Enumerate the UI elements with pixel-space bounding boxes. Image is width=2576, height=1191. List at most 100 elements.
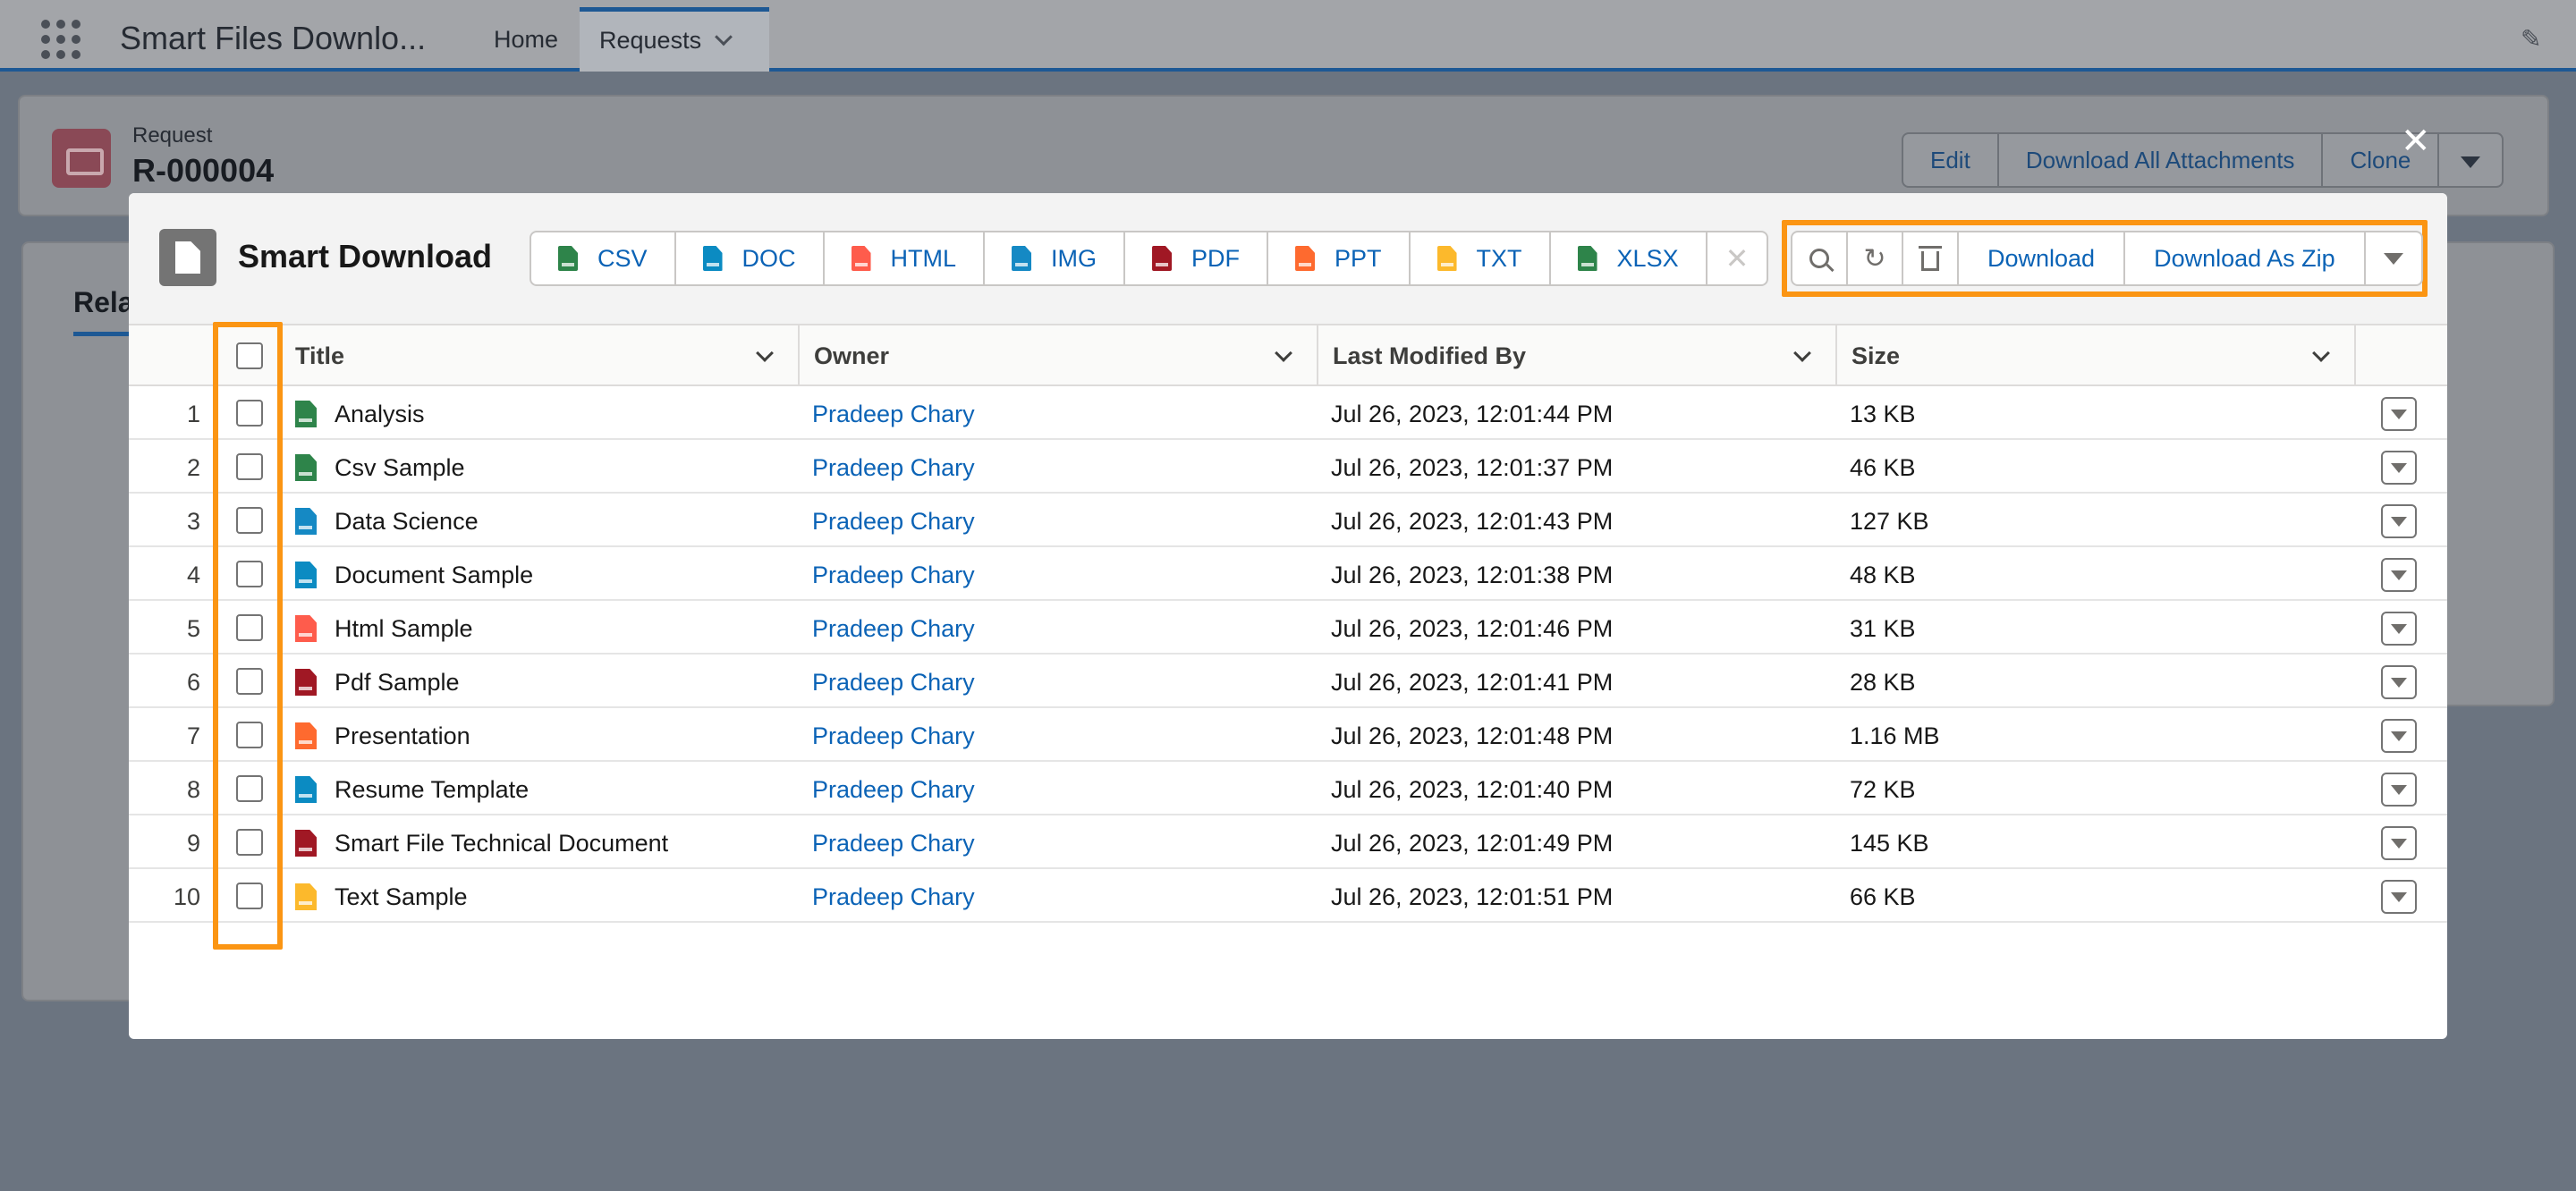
csv-file-icon — [558, 246, 578, 271]
nav-tab-home[interactable]: Home — [474, 7, 578, 72]
column-last-modified[interactable]: Last Modified By — [1318, 325, 1837, 386]
chevron-down-icon[interactable] — [756, 344, 774, 362]
row-number: 1 — [186, 401, 200, 427]
row-number: 9 — [186, 830, 200, 857]
xlsx-file-icon — [1577, 246, 1597, 271]
row-actions-button[interactable] — [2381, 826, 2417, 860]
record-name: R-000004 — [132, 152, 275, 189]
row-actions-button[interactable] — [2381, 397, 2417, 431]
row-actions-button[interactable] — [2381, 665, 2417, 699]
nav-tab-requests[interactable]: Requests — [580, 7, 769, 72]
row-actions-button[interactable] — [2381, 451, 2417, 485]
csv-file-icon — [295, 454, 317, 481]
owner-link[interactable]: Pradeep Chary — [812, 562, 975, 589]
file-size: 145 KB — [1850, 830, 1929, 857]
close-icon[interactable]: ✕ — [2401, 123, 2431, 159]
table-row[interactable]: 8 Resume Template Pradeep Chary Jul 26, 202… — [129, 762, 2447, 815]
row-number: 3 — [186, 508, 200, 535]
caret-down-icon — [2391, 570, 2407, 580]
row-number: 5 — [186, 615, 200, 642]
row-actions-button[interactable] — [2381, 612, 2417, 646]
column-size[interactable]: Size — [1837, 325, 2356, 386]
row-actions-button[interactable] — [2381, 558, 2417, 592]
delete-button[interactable] — [1903, 232, 1959, 284]
owner-link[interactable]: Pradeep Chary — [812, 776, 975, 804]
caret-down-icon — [2391, 891, 2407, 902]
tab-related[interactable]: Rela — [73, 286, 134, 336]
file-title: Resume Template — [335, 776, 530, 803]
table-row[interactable]: 1 Analysis Pradeep Chary Jul 26, 2023, 12:0… — [129, 386, 2447, 440]
table-row[interactable]: 7 Presentation Pradeep Chary Jul 26, 2023, … — [129, 708, 2447, 762]
row-actions-button[interactable] — [2381, 880, 2417, 914]
row-actions-button[interactable] — [2381, 504, 2417, 538]
request-record-icon — [52, 129, 111, 188]
row-actions-button[interactable] — [2381, 773, 2417, 807]
owner-link[interactable]: Pradeep Chary — [812, 454, 975, 482]
row-number: 4 — [186, 562, 200, 588]
filter-ppt-button[interactable]: PPT — [1268, 232, 1411, 284]
download-button[interactable]: Download — [1959, 232, 2126, 284]
owner-link[interactable]: Pradeep Chary — [812, 830, 975, 857]
search-button[interactable] — [1792, 232, 1848, 284]
caret-down-icon — [2391, 462, 2407, 473]
last-modified: Jul 26, 2023, 12:01:44 PM — [1331, 401, 1614, 427]
table-row[interactable]: 3 Data Science Pradeep Chary Jul 26, 2023, … — [129, 494, 2447, 547]
table-row[interactable]: 4 Document Sample Pradeep Chary Jul 26, 202… — [129, 547, 2447, 601]
app-launcher-icon[interactable] — [41, 20, 80, 59]
column-title[interactable]: Title — [281, 325, 800, 386]
filter-doc-button[interactable]: DOC — [676, 232, 825, 284]
file-title: Document Sample — [335, 562, 534, 588]
filter-xlsx-button[interactable]: XLSX — [1551, 232, 1707, 284]
nav-tab-home-label: Home — [494, 26, 559, 53]
last-modified: Jul 26, 2023, 12:01:46 PM — [1331, 615, 1614, 642]
filter-pdf-button[interactable]: PDF — [1125, 232, 1269, 284]
file-size: 46 KB — [1850, 454, 1916, 481]
edit-button[interactable]: Edit — [1903, 134, 1999, 186]
filter-label: DOC — [741, 244, 796, 272]
checkbox-column-highlight — [213, 322, 283, 950]
table-row[interactable]: 2 Csv Sample Pradeep Chary Jul 26, 2023, 12… — [129, 440, 2447, 494]
pdf-file-icon — [1152, 246, 1173, 271]
filter-html-button[interactable]: HTML — [825, 232, 986, 284]
clear-filter-button[interactable]: ✕ — [1707, 232, 1767, 284]
owner-link[interactable]: Pradeep Chary — [812, 508, 975, 536]
table-row[interactable]: 10 Text Sample Pradeep Chary Jul 26, 2023, … — [129, 869, 2447, 923]
table-row[interactable]: 6 Pdf Sample Pradeep Chary Jul 26, 2023, 12… — [129, 655, 2447, 708]
caret-down-icon — [2391, 409, 2407, 419]
file-size: 13 KB — [1850, 401, 1916, 427]
more-actions-button[interactable] — [2439, 134, 2502, 186]
last-modified: Jul 26, 2023, 12:01:37 PM — [1331, 454, 1614, 481]
row-number: 8 — [186, 776, 200, 803]
file-size: 28 KB — [1850, 669, 1916, 696]
owner-link[interactable]: Pradeep Chary — [812, 615, 975, 643]
img-file-icon — [295, 508, 317, 535]
record-type: Request — [132, 123, 213, 148]
app-name: Smart Files Downlo... — [120, 20, 427, 56]
last-modified: Jul 26, 2023, 12:01:51 PM — [1331, 883, 1614, 910]
file-title: Html Sample — [335, 615, 473, 642]
filter-txt-button[interactable]: TXT — [1411, 232, 1551, 284]
filter-label: TXT — [1476, 244, 1522, 272]
download-as-zip-button[interactable]: Download As Zip — [2125, 232, 2366, 284]
chevron-down-icon[interactable] — [2312, 344, 2330, 362]
refresh-button[interactable]: ↻ — [1848, 232, 1903, 284]
chevron-down-icon[interactable] — [1275, 344, 1292, 362]
filter-img-button[interactable]: IMG — [985, 232, 1126, 284]
owner-link[interactable]: Pradeep Chary — [812, 401, 975, 428]
chevron-down-icon[interactable] — [715, 28, 733, 46]
owner-link[interactable]: Pradeep Chary — [812, 669, 975, 697]
edit-nav-icon[interactable]: ✎ — [2521, 27, 2546, 52]
table-row[interactable]: 9 Smart File Technical Document Pradeep Ch… — [129, 815, 2447, 869]
row-number: 6 — [186, 669, 200, 696]
filter-csv-button[interactable]: CSV — [531, 232, 676, 284]
column-label: Title — [295, 342, 345, 369]
row-actions-button[interactable] — [2381, 719, 2417, 753]
more-download-options-button[interactable] — [2366, 232, 2421, 284]
table-row[interactable]: 5 Html Sample Pradeep Chary Jul 26, 2023, 1… — [129, 601, 2447, 655]
chevron-down-icon[interactable] — [1793, 344, 1811, 362]
owner-link[interactable]: Pradeep Chary — [812, 722, 975, 750]
owner-link[interactable]: Pradeep Chary — [812, 883, 975, 911]
column-owner[interactable]: Owner — [800, 325, 1318, 386]
download-all-attachments-button[interactable]: Download All Attachments — [1999, 134, 2324, 186]
row-number: 2 — [186, 454, 200, 481]
